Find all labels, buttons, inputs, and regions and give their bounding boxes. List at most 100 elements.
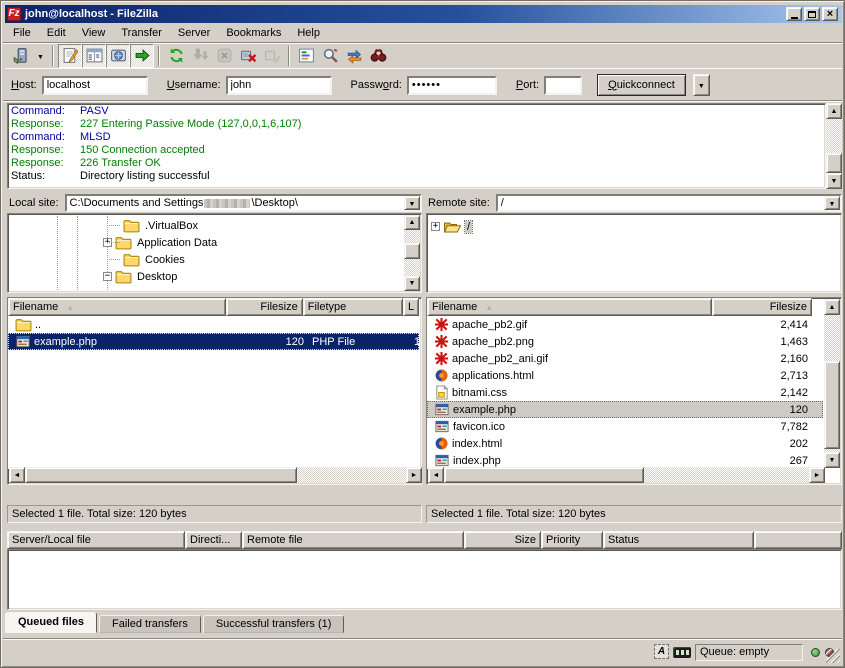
- scroll-down-button[interactable]: [826, 173, 842, 189]
- column-header-direction[interactable]: Directi...: [185, 531, 242, 549]
- file-row[interactable]: bitnami.css 2,142: [427, 384, 823, 401]
- scrollbar-thumb[interactable]: [824, 361, 840, 449]
- file-row[interactable]: applications.html 2,713: [427, 367, 823, 384]
- scroll-up-button[interactable]: [824, 299, 840, 315]
- close-button[interactable]: [822, 7, 838, 21]
- column-header-filetype[interactable]: Filetype: [303, 298, 403, 316]
- activity-led-green-icon: [811, 648, 820, 657]
- menu-edit[interactable]: Edit: [39, 26, 74, 40]
- file-row[interactable]: apache_pb2.png 1,463: [427, 333, 823, 350]
- tab-failed-transfers[interactable]: Failed transfers: [99, 615, 201, 633]
- username-input[interactable]: [226, 76, 332, 95]
- toolbar: [5, 43, 842, 69]
- site-manager-dropdown-button[interactable]: [33, 44, 48, 68]
- scrollbar-thumb[interactable]: [25, 467, 297, 483]
- local-tree-icon: [86, 47, 103, 64]
- host-input[interactable]: [42, 76, 148, 95]
- menu-bookmarks[interactable]: Bookmarks: [218, 26, 289, 40]
- menu-transfer[interactable]: Transfer: [113, 26, 170, 40]
- column-header-status[interactable]: Status: [603, 531, 754, 549]
- file-row[interactable]: index.html 202: [427, 435, 823, 452]
- scroll-down-button[interactable]: [824, 452, 840, 468]
- file-row[interactable]: favicon.ico 7,782: [427, 418, 823, 435]
- remote-list-hscrollbar[interactable]: [428, 467, 825, 483]
- toggle-message-log-button[interactable]: [58, 44, 82, 68]
- remote-site-label: Remote site:: [426, 197, 496, 209]
- column-header-last-modified[interactable]: L: [403, 298, 419, 316]
- scroll-left-button[interactable]: [9, 467, 25, 483]
- tab-queued-files[interactable]: Queued files: [5, 612, 97, 633]
- menu-server[interactable]: Server: [170, 26, 218, 40]
- remote-site-combobox[interactable]: /: [496, 194, 842, 212]
- scroll-left-button[interactable]: [428, 467, 444, 483]
- column-header-size[interactable]: Size: [464, 531, 541, 549]
- resize-grip[interactable]: [826, 649, 840, 663]
- scroll-right-button[interactable]: [809, 467, 825, 483]
- minimize-button[interactable]: [786, 7, 802, 21]
- collapse-icon[interactable]: −: [103, 272, 112, 281]
- tree-item[interactable]: .VirtualBox: [10, 217, 403, 234]
- queue-body[interactable]: [7, 549, 842, 610]
- transfer-type-indicator-icon[interactable]: A: [654, 644, 669, 659]
- local-directory-tree[interactable]: .VirtualBox + Application Data Cookies −…: [7, 213, 422, 293]
- file-row[interactable]: apache_pb2.gif 2,414: [427, 316, 823, 333]
- find-files-button[interactable]: [366, 44, 390, 68]
- quickconnect-button[interactable]: Quickconnect: [597, 74, 686, 96]
- tree-item[interactable]: − Desktop: [10, 268, 403, 285]
- titlebar[interactable]: Fz john@localhost - FileZilla: [5, 5, 842, 23]
- file-row[interactable]: apache_pb2_ani.gif 2,160: [427, 350, 823, 367]
- column-header-filesize[interactable]: Filesize: [226, 298, 303, 316]
- column-header-remote-file[interactable]: Remote file: [242, 531, 464, 549]
- password-input[interactable]: [407, 76, 497, 95]
- scroll-right-button[interactable]: [406, 467, 422, 483]
- directory-listing-filters-button[interactable]: [294, 44, 318, 68]
- directory-comparison-button[interactable]: [318, 44, 342, 68]
- reconnect-button[interactable]: [260, 44, 284, 68]
- column-header-filesize[interactable]: Filesize: [712, 298, 812, 316]
- quickconnect-dropdown-button[interactable]: [693, 74, 710, 96]
- scrollbar-thumb[interactable]: [444, 467, 644, 483]
- process-queue-button[interactable]: [188, 44, 212, 68]
- menu-file[interactable]: File: [5, 26, 39, 40]
- scrollbar-thumb[interactable]: [826, 153, 842, 173]
- column-header-filename[interactable]: Filename: [427, 298, 712, 316]
- file-row-selected[interactable]: example.php 120: [427, 401, 823, 418]
- local-tree-scrollbar[interactable]: [404, 215, 420, 291]
- cancel-operation-button[interactable]: [212, 44, 236, 68]
- column-header-priority[interactable]: Priority: [541, 531, 603, 549]
- toggle-transfer-queue-button[interactable]: [130, 44, 154, 68]
- dropdown-button[interactable]: [404, 196, 420, 210]
- file-row-selected[interactable]: example.php 120 PHP File 1: [8, 333, 419, 350]
- dropdown-button[interactable]: [824, 196, 840, 210]
- local-site-combobox[interactable]: C:\Documents and Settings\Desktop\: [65, 194, 422, 212]
- column-header-server-local-file[interactable]: Server/Local file: [7, 531, 185, 549]
- synchronized-browsing-button[interactable]: [342, 44, 366, 68]
- port-input[interactable]: [544, 76, 582, 95]
- local-list-hscrollbar[interactable]: [9, 467, 422, 483]
- column-header-filename[interactable]: Filename: [8, 298, 226, 316]
- message-log[interactable]: Command:PASV Response:227 Entering Passi…: [7, 103, 826, 189]
- tree-item[interactable]: Cookies: [10, 251, 403, 268]
- disconnect-button[interactable]: [236, 44, 260, 68]
- tab-successful-transfers[interactable]: Successful transfers (1): [203, 615, 345, 633]
- scroll-up-button[interactable]: [404, 215, 420, 230]
- tree-item[interactable]: + Application Data: [10, 234, 403, 251]
- maximize-button[interactable]: [804, 7, 820, 21]
- remote-list-vscrollbar[interactable]: [824, 299, 840, 468]
- remote-directory-tree[interactable]: + /: [426, 213, 842, 293]
- toggle-remote-tree-button[interactable]: [106, 44, 130, 68]
- scroll-up-button[interactable]: [826, 103, 842, 119]
- scrollbar-thumb[interactable]: [404, 243, 420, 259]
- message-log-scrollbar[interactable]: [826, 103, 842, 189]
- menu-help[interactable]: Help: [289, 26, 328, 40]
- scroll-down-button[interactable]: [404, 276, 420, 291]
- tree-item[interactable]: + /: [431, 218, 839, 235]
- local-list-status: Selected 1 file. Total size: 120 bytes: [7, 505, 422, 523]
- refresh-button[interactable]: [164, 44, 188, 68]
- panel-splitter[interactable]: [422, 194, 426, 524]
- expand-icon[interactable]: +: [431, 222, 440, 231]
- toggle-local-tree-button[interactable]: [82, 44, 106, 68]
- site-manager-button[interactable]: [9, 44, 33, 68]
- menu-view[interactable]: View: [74, 26, 114, 40]
- file-row[interactable]: ..: [8, 316, 419, 333]
